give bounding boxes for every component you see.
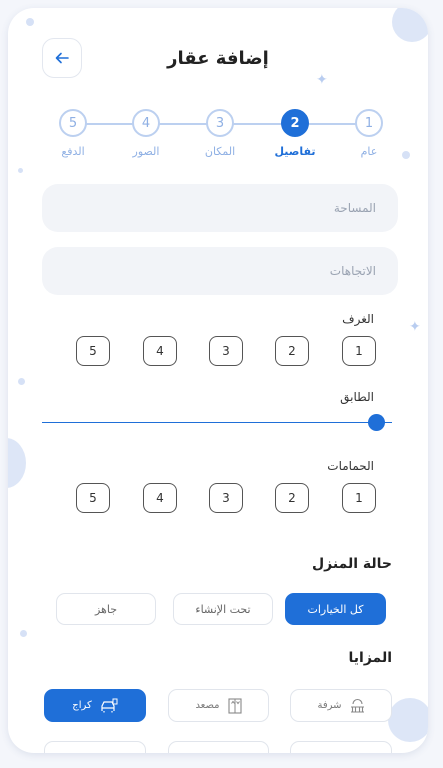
- decor-circle: [388, 698, 428, 742]
- home-status-title: حالة المنزل: [312, 556, 392, 572]
- decor-star-icon: ✦: [316, 72, 328, 88]
- bathrooms-option-2[interactable]: 2: [275, 483, 309, 513]
- step-label-photos: الصور: [132, 145, 160, 158]
- step-label-location: المكان: [204, 145, 236, 158]
- floor-slider-track[interactable]: [42, 422, 392, 423]
- decor-dot: [18, 378, 25, 385]
- feature-icon: [89, 753, 101, 754]
- step-2[interactable]: 2: [281, 109, 309, 137]
- elevator-icon: [227, 697, 242, 714]
- garage-icon: [101, 698, 118, 712]
- step-label-general: عام: [360, 145, 378, 158]
- add-property-screen: ✦ ✦ إضافة عقار 5 4 3 2 1 الدفع الصور الم…: [8, 8, 428, 753]
- decor-circle: [8, 438, 26, 488]
- rooms-option-5[interactable]: 5: [76, 336, 110, 366]
- step-4[interactable]: 4: [132, 109, 160, 137]
- bathrooms-option-5[interactable]: 5: [76, 483, 110, 513]
- rooms-selector: 5 4 3 2 1: [8, 336, 428, 368]
- feature-balcony[interactable]: شرفة: [290, 689, 392, 722]
- feature-garage-label: كراج: [72, 700, 92, 711]
- rooms-option-4[interactable]: 4: [143, 336, 177, 366]
- decor-dot: [26, 18, 34, 26]
- decor-dot: [20, 630, 27, 637]
- decor-circle: [392, 8, 428, 42]
- step-5[interactable]: 5: [59, 109, 87, 137]
- rooms-label: الغرف: [342, 312, 374, 326]
- status-ready-button[interactable]: جاهز: [56, 593, 156, 625]
- feature-item-partial[interactable]: [168, 741, 269, 753]
- balcony-icon: [350, 698, 364, 713]
- feature-elevator[interactable]: مصعد: [168, 689, 269, 722]
- step-label-payment: الدفع: [61, 145, 85, 158]
- status-all-options-button[interactable]: كل الخيارات: [285, 593, 386, 625]
- bathrooms-option-1[interactable]: 1: [342, 483, 376, 513]
- progress-stepper: 5 4 3 2 1 الدفع الصور المكان تفاصيل عام: [8, 108, 428, 168]
- bathrooms-label: الحمامات: [327, 459, 374, 473]
- page-title: إضافة عقار: [167, 48, 269, 69]
- bathrooms-selector: 5 4 3 2 1: [8, 483, 428, 515]
- feature-item-partial[interactable]: [290, 741, 392, 753]
- decor-star-icon: ✦: [409, 319, 421, 335]
- feature-garage[interactable]: كراج: [44, 689, 146, 722]
- area-input[interactable]: المساحة: [42, 184, 398, 232]
- directions-input[interactable]: الاتجاهات: [42, 247, 398, 295]
- decor-dot: [18, 168, 23, 173]
- rooms-option-3[interactable]: 3: [209, 336, 243, 366]
- rooms-option-1[interactable]: 1: [342, 336, 376, 366]
- feature-balcony-label: شرفة: [317, 700, 342, 711]
- features-title: المزايا: [348, 650, 392, 666]
- floor-label: الطابق: [340, 390, 374, 404]
- feature-item-partial[interactable]: [44, 741, 146, 753]
- step-label-details: تفاصيل: [274, 145, 316, 158]
- bathrooms-option-4[interactable]: 4: [143, 483, 177, 513]
- step-1[interactable]: 1: [355, 109, 383, 137]
- feature-elevator-label: مصعد: [195, 700, 220, 711]
- floor-slider-thumb[interactable]: [368, 414, 385, 431]
- rooms-option-2[interactable]: 2: [275, 336, 309, 366]
- status-under-construction-button[interactable]: تحت الإنشاء: [173, 593, 273, 625]
- step-3[interactable]: 3: [206, 109, 234, 137]
- bathrooms-option-3[interactable]: 3: [209, 483, 243, 513]
